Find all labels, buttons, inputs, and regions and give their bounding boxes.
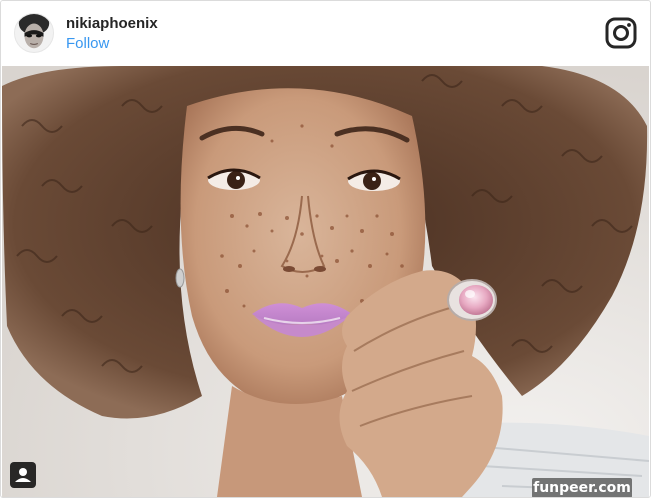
tagged-user-icon[interactable] [10,462,36,488]
portrait-image [2,66,649,497]
instagram-icon[interactable] [605,17,637,49]
avatar-image [15,14,53,52]
post-photo[interactable] [2,66,649,497]
post-header: nikiaphoenix Follow [1,1,650,65]
instagram-embed-card: nikiaphoenix Follow funpeer.com [0,0,651,498]
follow-button[interactable]: Follow [66,35,109,52]
username-link[interactable]: nikiaphoenix [66,15,158,32]
profile-avatar[interactable] [14,13,54,53]
watermark-text: funpeer.com [532,478,632,497]
